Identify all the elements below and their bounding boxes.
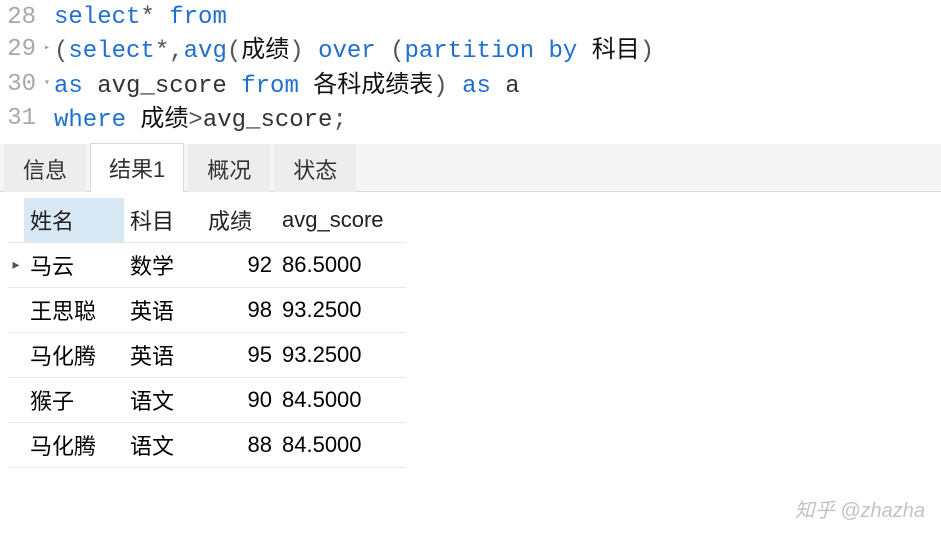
result-grid: 姓名科目成绩avg_score ▸马云数学9286.5000王思聪英语9893.… [0, 192, 941, 468]
cell-subject[interactable]: 语文 [124, 422, 202, 467]
col-header-name[interactable]: 姓名 [24, 198, 124, 243]
line-number: 28 [0, 2, 44, 34]
col-header-subject[interactable]: 科目 [124, 198, 202, 243]
row-marker [8, 332, 24, 377]
line-number: 29 [0, 34, 44, 68]
table-row[interactable]: 王思聪英语9893.2500 [8, 287, 406, 332]
cell-score[interactable]: 95 [202, 332, 276, 377]
cell-score[interactable]: 88 [202, 422, 276, 467]
table-header-row: 姓名科目成绩avg_score [8, 198, 406, 243]
row-marker [8, 422, 24, 467]
cell-score[interactable]: 90 [202, 377, 276, 422]
cell-avg[interactable]: 84.5000 [276, 422, 406, 467]
table-row[interactable]: 猴子语文9084.5000 [8, 377, 406, 422]
col-header-score[interactable]: 成绩 [202, 198, 276, 243]
tab-result1[interactable]: 结果1 [90, 143, 184, 192]
cell-avg[interactable]: 84.5000 [276, 377, 406, 422]
cell-name[interactable]: 马云 [24, 242, 124, 287]
sql-editor[interactable]: 28select* from29▸(select*,avg(成绩) over (… [0, 0, 941, 144]
cell-score[interactable]: 98 [202, 287, 276, 332]
table-row[interactable]: 马化腾语文8884.5000 [8, 422, 406, 467]
editor-line[interactable]: 28 select* from [0, 2, 941, 34]
editor-line[interactable]: 29▸(select*,avg(成绩) over (partition by 科… [0, 34, 941, 68]
row-marker [8, 287, 24, 332]
cell-avg[interactable]: 93.2500 [276, 332, 406, 377]
line-number: 31 [0, 103, 44, 137]
cell-subject[interactable]: 英语 [124, 287, 202, 332]
cell-subject[interactable]: 数学 [124, 242, 202, 287]
fold-marker: ▾ [44, 69, 54, 103]
fold-marker: ▸ [44, 34, 54, 68]
line-number: 30 [0, 69, 44, 103]
result-table[interactable]: 姓名科目成绩avg_score ▸马云数学9286.5000王思聪英语9893.… [8, 198, 406, 468]
cell-name[interactable]: 马化腾 [24, 332, 124, 377]
watermark: 知乎 @zhazha [795, 494, 925, 523]
editor-line[interactable]: 30▾as avg_score from 各科成绩表) as a [0, 69, 941, 103]
code-content[interactable]: (select*,avg(成绩) over (partition by 科目) [54, 34, 941, 68]
col-header-avg[interactable]: avg_score [276, 198, 406, 243]
cell-avg[interactable]: 86.5000 [276, 242, 406, 287]
tab-profile[interactable]: 概况 [188, 144, 270, 192]
cell-subject[interactable]: 英语 [124, 332, 202, 377]
cell-name[interactable]: 猴子 [24, 377, 124, 422]
table-row[interactable]: ▸马云数学9286.5000 [8, 242, 406, 287]
editor-line[interactable]: 31 where 成绩>avg_score; [0, 103, 941, 137]
code-content[interactable]: as avg_score from 各科成绩表) as a [54, 69, 941, 103]
code-content[interactable]: where 成绩>avg_score; [54, 103, 941, 137]
cell-name[interactable]: 王思聪 [24, 287, 124, 332]
fold-marker [44, 2, 54, 34]
row-marker-header [8, 198, 24, 243]
result-tabs: 信息结果1概况状态 [0, 144, 941, 192]
tab-info[interactable]: 信息 [4, 144, 86, 192]
cell-name[interactable]: 马化腾 [24, 422, 124, 467]
tab-status[interactable]: 状态 [274, 144, 356, 192]
table-row[interactable]: 马化腾英语9593.2500 [8, 332, 406, 377]
cell-avg[interactable]: 93.2500 [276, 287, 406, 332]
row-marker: ▸ [8, 242, 24, 287]
cell-subject[interactable]: 语文 [124, 377, 202, 422]
fold-marker [44, 103, 54, 137]
cell-score[interactable]: 92 [202, 242, 276, 287]
row-marker [8, 377, 24, 422]
code-content[interactable]: select* from [54, 2, 941, 34]
